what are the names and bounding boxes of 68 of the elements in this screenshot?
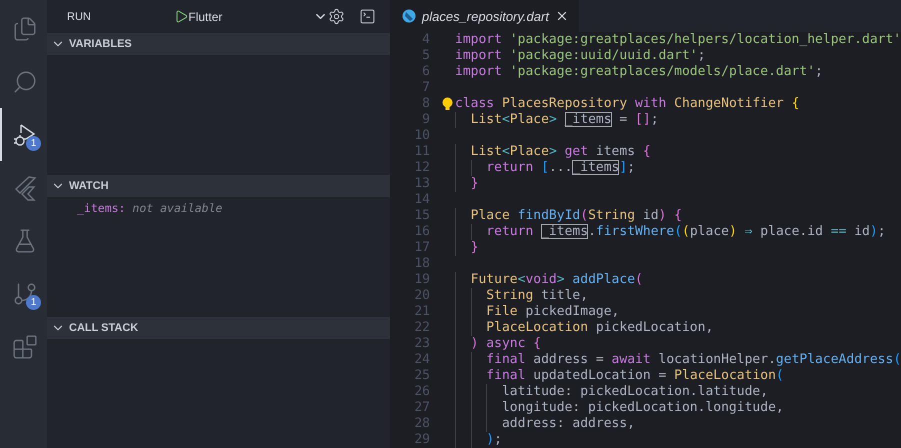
code-line: }	[470, 240, 478, 255]
code-line: }	[470, 176, 478, 191]
watch-expression[interactable]: _items: not available	[47, 199, 390, 217]
line-number: 24	[413, 352, 430, 368]
line-number: 5	[421, 48, 430, 64]
code-line: File pickedImage,	[485, 304, 620, 319]
line-number: 10	[413, 128, 430, 144]
dart-file-icon	[402, 9, 416, 23]
activity-bar-item[interactable]: 1	[0, 267, 47, 320]
line-number: 12	[413, 160, 430, 176]
line-number: 14	[413, 192, 430, 208]
code-line: String title,	[485, 288, 588, 303]
code-line: );	[485, 432, 502, 447]
line-number: 8	[421, 96, 430, 112]
section-header[interactable]: WATCH	[47, 175, 390, 197]
code-line: Place findById(String id) {	[470, 208, 682, 223]
line-number: 11	[413, 144, 430, 160]
code-line: PlaceLocation pickedLocation,	[485, 320, 714, 335]
code-line: latitude: pickedLocation.latitude,	[500, 384, 768, 399]
code-line: import 'package:greatplaces/helpers/location_helper.dart'	[455, 32, 901, 47]
line-number: 23	[413, 336, 430, 352]
line-number: 15	[413, 208, 430, 224]
extensions-icon	[12, 334, 38, 360]
line-number: 9	[421, 112, 430, 128]
run-debug-icon	[12, 122, 38, 148]
code-line: address: address,	[500, 416, 636, 431]
section-header[interactable]: VARIABLES	[47, 33, 390, 55]
debug-console-icon[interactable]	[359, 8, 376, 25]
code-line: import 'package:greatplaces/models/place.dart';	[455, 64, 823, 79]
flutter-icon	[12, 174, 36, 200]
line-number: 13	[413, 176, 430, 192]
code-line: List<Place> get items {	[470, 144, 651, 159]
start-debugging-icon[interactable]	[174, 9, 188, 24]
line-number: 21	[413, 304, 430, 320]
line-number: 16	[413, 224, 430, 240]
source-control-icon	[12, 280, 38, 306]
editor-tab[interactable]: places_repository.dart	[390, 0, 579, 32]
line-number: 19	[413, 272, 430, 288]
code-line: longitude: pickedLocation.longitude,	[500, 400, 784, 415]
code-line: class PlacesRepository with ChangeNotifier {	[455, 96, 800, 111]
search-icon	[12, 68, 38, 94]
lightbulb-icon[interactable]	[442, 97, 453, 111]
line-number: 6	[421, 64, 430, 80]
code-line: return [..._items];	[485, 160, 636, 175]
code-line: final updatedLocation = PlaceLocation(	[485, 368, 784, 383]
line-number: 29	[413, 432, 430, 448]
sidebar-title: RUN	[67, 10, 92, 22]
line-number: 17	[413, 240, 430, 256]
code-line: Future<void> addPlace(	[470, 272, 643, 287]
line-number: 4	[421, 32, 430, 48]
code-line: ) async {	[470, 336, 542, 351]
line-number: 7	[421, 80, 430, 96]
line-number: 25	[413, 368, 430, 384]
line-number: 20	[413, 288, 430, 304]
line-number: 28	[413, 416, 430, 432]
configuration-select[interactable]: Flutter	[188, 9, 328, 24]
code-line: return _items.firstWhere((place) ⇒ place.id == id);	[485, 224, 886, 239]
line-number: 26	[413, 384, 430, 400]
line-number: 22	[413, 320, 430, 336]
section-header[interactable]: CALL STACK	[47, 317, 390, 339]
settings-icon[interactable]	[328, 8, 346, 25]
line-number: 27	[413, 400, 430, 416]
count-badge: 1	[26, 295, 41, 310]
line-number: 18	[413, 256, 430, 272]
code-line: final address = await locationHelper.getPlaceAddress(	[485, 352, 901, 367]
count-badge: 1	[26, 136, 41, 151]
code-line: import 'package:uuid/uuid.dart';	[455, 48, 706, 63]
files-icon	[12, 16, 38, 42]
